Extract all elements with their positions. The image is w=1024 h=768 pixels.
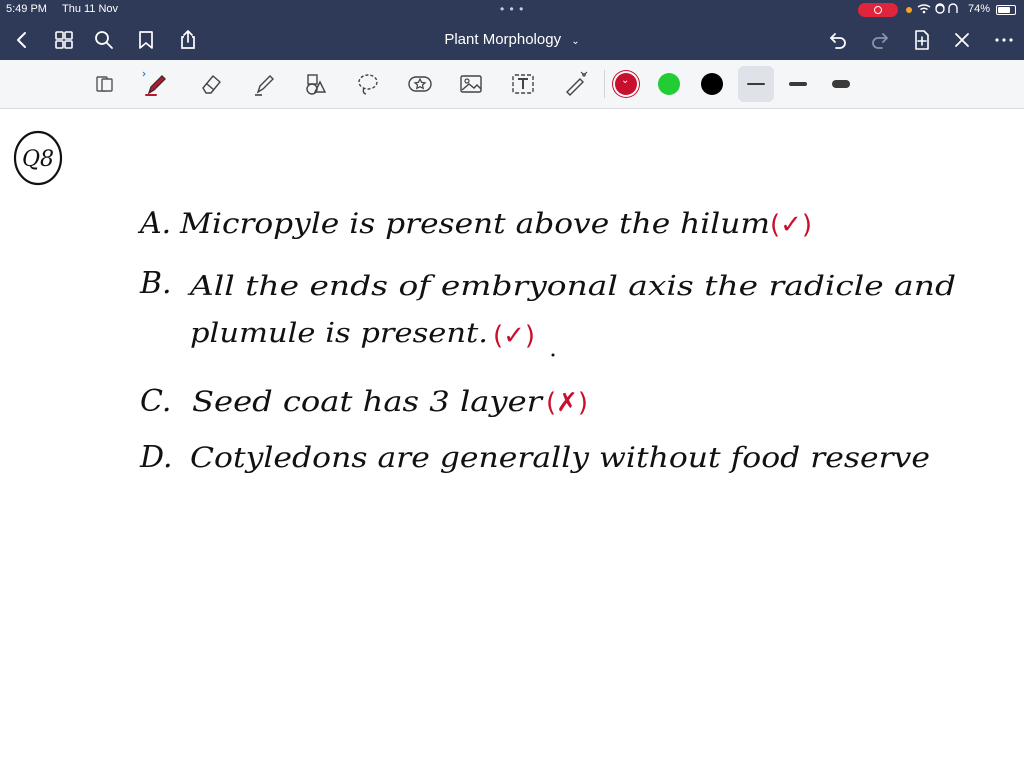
note-line-a: A. Micropyle is present above the hilum …	[137, 206, 812, 241]
line-c-mark: (✗)	[546, 388, 588, 418]
chevron-down-icon: ⌄	[571, 36, 580, 47]
line-d-label: D.	[139, 440, 173, 475]
note-canvas[interactable]: Q8 A. Micropyle is present above the hil…	[0, 109, 1024, 768]
lasso-icon[interactable]	[352, 68, 384, 100]
stroke-thick[interactable]	[832, 80, 850, 88]
question-number: Q8	[22, 147, 54, 172]
note-line-c: C. Seed coat has 3 layer (✗)	[140, 384, 588, 419]
pen-icon[interactable]	[140, 68, 172, 100]
microphone-indicator-icon	[906, 7, 912, 13]
note-line-b: B. All the ends of embryonal axis the ra…	[139, 266, 964, 357]
stroke-medium[interactable]	[789, 82, 807, 86]
line-a-text: Micropyle is present above the hilum	[179, 207, 770, 240]
close-icon[interactable]	[950, 28, 974, 52]
more-icon[interactable]	[992, 28, 1016, 52]
page-read-icon[interactable]	[89, 68, 121, 100]
status-bar: 5:49 PM Thu 11 Nov • • • 74%	[0, 0, 1024, 20]
image-icon[interactable]	[455, 68, 487, 100]
status-time: 5:49 PM	[6, 3, 47, 15]
redo-icon[interactable]	[868, 28, 892, 52]
stroke-thin[interactable]	[747, 83, 765, 85]
sticker-icon[interactable]	[404, 68, 436, 100]
line-c-text: Seed coat has 3 layer	[192, 385, 544, 418]
shapes-icon[interactable]	[299, 68, 331, 100]
wifi-headphones-icons	[916, 3, 964, 18]
color-swatch-black[interactable]	[701, 73, 723, 95]
color-swatch-green[interactable]	[658, 73, 680, 95]
question-number-circle: Q8	[13, 130, 63, 186]
line-b-mark: (✓)	[493, 321, 535, 351]
line-a-label: A.	[137, 206, 171, 241]
line-b-text: All the ends of embryonal axis the radic…	[186, 271, 964, 349]
note-line-d: D. Cotyledons are generally without food…	[139, 440, 930, 475]
document-title: Plant Morphology	[444, 31, 562, 48]
battery-icon	[996, 5, 1016, 15]
screen-recording-indicator[interactable]	[858, 3, 898, 17]
line-b-label: B.	[139, 266, 172, 301]
stray-ink-dot	[551, 353, 555, 357]
highlighter-icon[interactable]	[248, 68, 280, 100]
chevron-down-icon: ⌄	[621, 75, 630, 86]
drawing-toolbar: ⌄	[0, 60, 1024, 109]
text-icon[interactable]	[507, 68, 539, 100]
battery-percent: 74%	[968, 3, 991, 15]
document-nav-bar: Plant Morphology ⌄	[0, 20, 1024, 60]
status-date: Thu 11 Nov	[62, 3, 119, 15]
color-swatch-red[interactable]: ⌄	[615, 73, 637, 95]
eraser-icon[interactable]	[195, 68, 227, 100]
undo-icon[interactable]	[826, 28, 850, 52]
add-page-icon[interactable]	[910, 28, 934, 52]
multitasking-dots-icon[interactable]: • • •	[500, 2, 524, 16]
line-c-label: C.	[140, 384, 171, 419]
line-d-text: Cotyledons are generally without food re…	[190, 441, 930, 474]
toolbar-divider	[604, 70, 605, 98]
line-a-mark: (✓)	[770, 210, 812, 240]
laser-pointer-icon[interactable]	[560, 68, 592, 100]
